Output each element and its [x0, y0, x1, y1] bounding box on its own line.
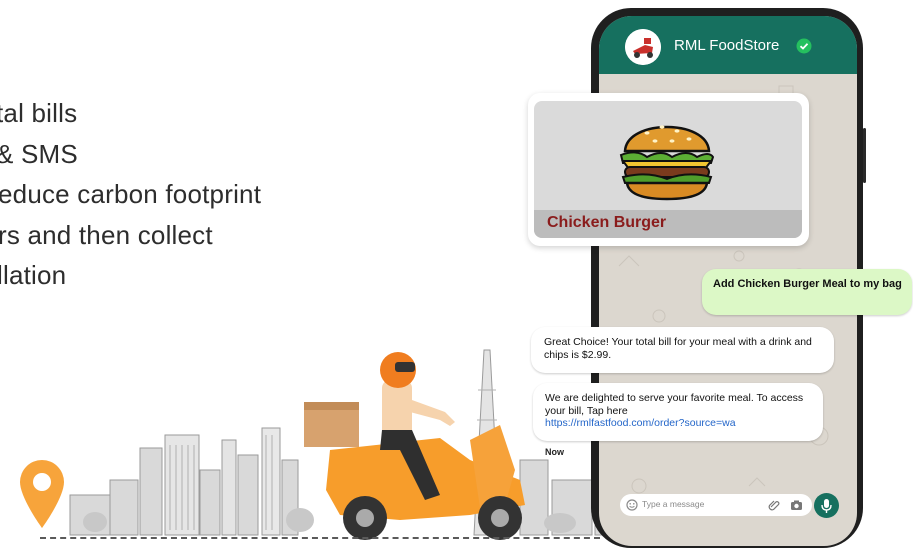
- mic-button[interactable]: [814, 493, 839, 518]
- message-input-bar[interactable]: Type a message: [620, 494, 812, 516]
- map-pin-icon: [20, 460, 64, 528]
- incoming-message-2-text: We are delighted to serve your favorite …: [545, 392, 804, 417]
- feature-line-2: & SMS: [0, 138, 78, 169]
- outgoing-message: Add Chicken Burger Meal to my bag: [702, 269, 912, 315]
- message-timestamp: Now: [545, 447, 564, 457]
- outgoing-message-text: Add Chicken Burger Meal to my bag: [713, 278, 902, 290]
- smiley-icon[interactable]: [626, 499, 638, 511]
- incoming-message-1: Great Choice! Your total bill for your m…: [531, 327, 834, 373]
- route-line: [40, 537, 600, 539]
- burger-image: [619, 125, 715, 201]
- product-image-area: Chicken Burger: [534, 101, 802, 238]
- microphone-icon: [821, 499, 832, 513]
- delivery-scooter-logo-icon: [625, 29, 661, 65]
- order-link[interactable]: https://rmlfastfood.com/order?source=wa: [545, 417, 736, 429]
- paperclip-icon[interactable]: [768, 499, 780, 511]
- feature-line-5: llation: [0, 260, 67, 290]
- incoming-message-2-body: We are delighted to serve your favorite …: [545, 392, 820, 430]
- product-label: Chicken Burger: [547, 214, 667, 231]
- power-button: [863, 128, 866, 183]
- feature-line-1: tal bills: [0, 98, 78, 128]
- feature-line-3: educe carbon footprint: [0, 179, 262, 209]
- product-card[interactable]: Chicken Burger: [528, 93, 809, 246]
- store-avatar[interactable]: [625, 29, 661, 65]
- camera-icon[interactable]: [790, 499, 803, 511]
- incoming-message-1-text: Great Choice! Your total bill for your m…: [544, 336, 812, 361]
- store-name[interactable]: RML FoodStore: [674, 37, 779, 54]
- incoming-message-2: We are delighted to serve your favorite …: [533, 383, 823, 441]
- chat-header: RML FoodStore: [599, 16, 857, 74]
- message-input[interactable]: Type a message: [642, 499, 704, 509]
- feature-line-4: rs and then collect: [0, 219, 213, 250]
- feature-list: tal bills & SMS educe carbon footprint r…: [0, 98, 360, 301]
- verified-check-icon: [796, 38, 812, 54]
